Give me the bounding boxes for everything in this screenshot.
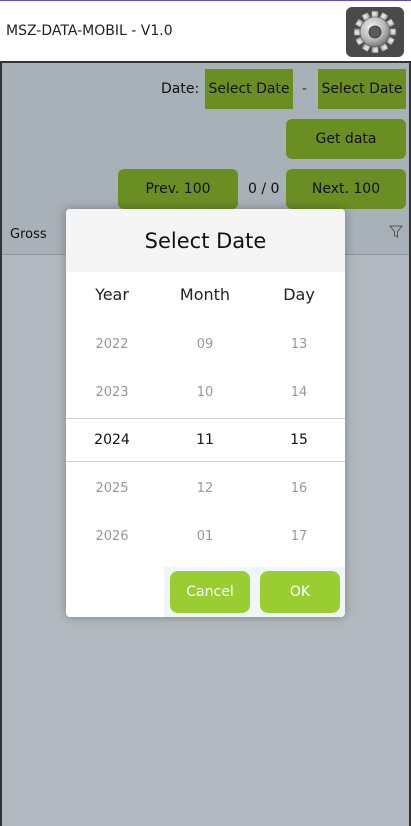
page-counter: 0 / 0 bbox=[248, 181, 280, 197]
cancel-button[interactable]: Cancel bbox=[170, 571, 250, 613]
day-column-header: Day bbox=[283, 285, 315, 304]
selection-line-bottom bbox=[66, 461, 345, 462]
month-column-header: Month bbox=[179, 285, 231, 304]
date-separator: - bbox=[302, 81, 308, 97]
month-option-selected[interactable]: 11 bbox=[165, 432, 245, 448]
day-option[interactable]: 16 bbox=[259, 481, 339, 496]
day-option[interactable]: 14 bbox=[259, 385, 339, 400]
selection-line-top bbox=[66, 418, 345, 419]
settings-button[interactable] bbox=[346, 7, 404, 57]
day-option[interactable]: 13 bbox=[259, 337, 339, 352]
year-option[interactable]: 2025 bbox=[72, 481, 152, 496]
year-option[interactable]: 2022 bbox=[72, 337, 152, 352]
month-option[interactable]: 10 bbox=[165, 385, 245, 400]
app-bar: MSZ-DATA-MOBIL - V1.0 bbox=[0, 0, 411, 61]
gear-icon bbox=[353, 10, 397, 54]
get-data-button[interactable]: Get data bbox=[286, 119, 406, 159]
year-column-header: Year bbox=[95, 285, 129, 304]
app-title: MSZ-DATA-MOBIL - V1.0 bbox=[6, 23, 173, 39]
funnel-icon[interactable] bbox=[389, 225, 403, 239]
year-option[interactable]: 2023 bbox=[72, 385, 152, 400]
end-date-button[interactable]: Select Date bbox=[318, 69, 406, 109]
month-option[interactable]: 12 bbox=[165, 481, 245, 496]
column-header-gross[interactable]: Gross bbox=[10, 227, 47, 242]
date-label: Date: bbox=[161, 81, 200, 97]
year-option-selected[interactable]: 2024 bbox=[72, 432, 152, 448]
day-option-selected[interactable]: 15 bbox=[259, 432, 339, 448]
year-option[interactable]: 2026 bbox=[72, 529, 152, 544]
dialog-header: Select Date bbox=[66, 209, 345, 272]
filter-panel: Date: Select Date - Select Date Get data… bbox=[2, 63, 409, 213]
next-page-button[interactable]: Next. 100 bbox=[286, 169, 406, 209]
month-option[interactable]: 09 bbox=[165, 337, 245, 352]
start-date-button[interactable]: Select Date bbox=[205, 69, 293, 109]
month-option[interactable]: 01 bbox=[165, 529, 245, 544]
dialog-title: Select Date bbox=[144, 229, 267, 253]
ok-button[interactable]: OK bbox=[260, 571, 340, 613]
prev-page-button[interactable]: Prev. 100 bbox=[118, 169, 238, 209]
day-option[interactable]: 17 bbox=[259, 529, 339, 544]
date-picker-dialog: Select Date Year Month Day 2022 2023 202… bbox=[66, 209, 345, 617]
